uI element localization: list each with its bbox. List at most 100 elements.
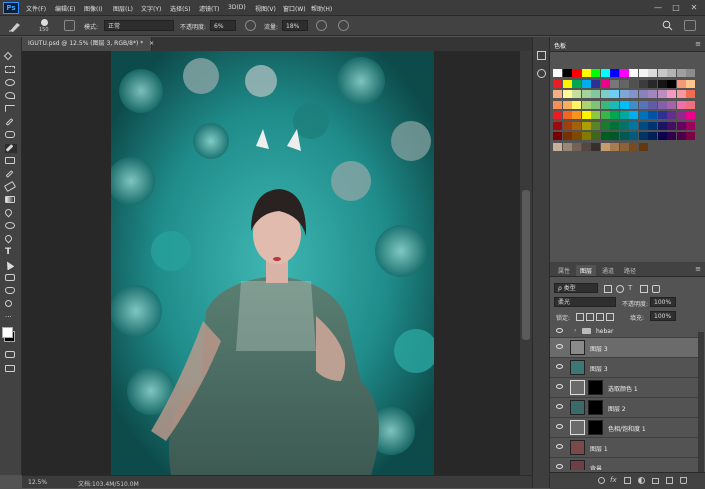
color-swatch[interactable] [581,121,591,130]
trash-icon[interactable] [680,477,687,484]
color-swatch[interactable] [600,69,610,77]
color-swatch[interactable] [657,100,667,109]
color-swatch[interactable] [572,90,581,98]
color-swatch[interactable] [638,100,648,109]
color-swatch[interactable] [600,79,610,88]
color-swatch[interactable] [572,79,581,88]
color-swatch[interactable] [553,111,562,119]
color-swatch[interactable] [600,90,610,98]
color-swatch[interactable] [581,69,591,77]
color-swatch[interactable] [686,111,695,119]
color-swatch[interactable] [686,79,695,88]
adjustment-icon[interactable] [638,477,645,484]
filter-smart-icon[interactable] [652,285,660,293]
layer-opacity-field[interactable]: 100% [650,297,676,307]
menu-file[interactable]: 文件(F) [26,4,46,13]
lock-position-icon[interactable] [596,313,604,321]
brush-panel-toggle-icon[interactable] [64,20,75,31]
visibility-eye-icon[interactable] [556,384,563,389]
visibility-eye-icon[interactable] [556,344,563,349]
layer-row[interactable]: 图层 1 [550,438,698,458]
color-swatch[interactable] [581,111,591,119]
path-select-tool[interactable] [3,259,17,271]
crop-tool[interactable] [5,105,17,114]
color-swatch[interactable] [629,121,638,130]
color-swatch[interactable] [610,132,619,140]
healing-brush-tool[interactable] [5,131,17,140]
color-swatch[interactable] [562,142,572,151]
layer-row[interactable]: 色相/饱和度 1 [550,418,698,438]
color-swatch[interactable] [553,90,562,98]
color-swatch[interactable] [667,79,676,88]
visibility-eye-icon[interactable] [556,424,563,429]
color-swatch[interactable] [619,100,629,109]
mode-select[interactable]: 正常 [104,20,174,31]
color-swatch[interactable] [648,90,657,98]
color-swatch[interactable] [591,79,600,88]
history-brush-tool[interactable] [5,170,17,179]
color-swatch[interactable] [657,90,667,98]
shape-tool[interactable] [5,274,17,283]
close-window-button[interactable]: ✕ [686,2,702,13]
color-swatch[interactable] [676,100,686,109]
hand-tool[interactable] [5,287,17,296]
color-swatch[interactable] [553,69,562,77]
color-swatch[interactable] [648,132,657,140]
color-swatch[interactable] [610,142,619,151]
color-swatch[interactable] [676,132,686,140]
color-swatch[interactable] [591,132,600,140]
menu-view[interactable]: 视图(V) [255,4,276,13]
color-swatch[interactable] [600,132,610,140]
color-swatch[interactable] [648,69,657,77]
menu-3d[interactable]: 3D(D) [228,4,246,11]
color-swatch[interactable] [638,79,648,88]
menu-select[interactable]: 选择(S) [170,4,191,13]
color-swatch[interactable] [638,121,648,130]
color-swatch[interactable] [686,100,695,109]
layers-panel-menu-icon[interactable]: ≡ [695,265,701,273]
filter-adjust-icon[interactable] [616,285,624,293]
color-swatch[interactable] [572,121,581,130]
color-swatch[interactable] [591,90,600,98]
filter-pixel-icon[interactable] [604,285,612,293]
maximize-button[interactable]: □ [668,2,684,13]
menu-edit[interactable]: 编辑(E) [55,4,75,13]
quick-select-tool[interactable] [5,92,17,101]
lock-all-icon[interactable] [606,313,614,321]
color-swatch[interactable] [629,69,638,77]
color-swatch[interactable] [667,111,676,119]
visibility-eye-icon[interactable] [556,404,563,409]
pressure-size-icon[interactable] [338,20,349,31]
expand-chevron-icon[interactable]: › [574,327,576,334]
brush-preset-picker[interactable]: 150 [36,18,54,34]
color-swatch[interactable] [572,132,581,140]
color-swatch[interactable] [572,100,581,109]
visibility-eye-icon[interactable] [556,444,563,449]
color-swatch[interactable] [667,100,676,109]
eraser-tool[interactable] [3,180,17,193]
color-swatch[interactable] [553,121,562,130]
color-swatch[interactable] [553,142,562,151]
eyedropper-tool[interactable] [5,118,17,127]
menu-image[interactable]: 图像(I) [84,4,102,13]
color-swatch[interactable] [648,100,657,109]
lock-pixels-icon[interactable] [576,313,584,321]
type-tool[interactable]: T [5,248,17,257]
lock-image-icon[interactable] [586,313,594,321]
color-swatch[interactable] [581,100,591,109]
clone-stamp-tool[interactable] [5,157,17,166]
color-swatch[interactable] [638,69,648,77]
color-swatch[interactable] [629,142,638,151]
color-swatch[interactable] [591,121,600,130]
color-swatch[interactable] [581,132,591,140]
layer-row-background[interactable]: 背景 [550,458,698,470]
visibility-eye-icon[interactable] [556,328,563,333]
color-swatch[interactable] [638,142,648,151]
folder-icon[interactable] [652,478,659,484]
color-swatch[interactable] [629,111,638,119]
color-swatch[interactable] [638,90,648,98]
zoom-level[interactable]: 12.5% [28,479,47,486]
color-swatch[interactable] [591,69,600,77]
color-swatch[interactable] [648,111,657,119]
color-swatch[interactable] [676,121,686,130]
